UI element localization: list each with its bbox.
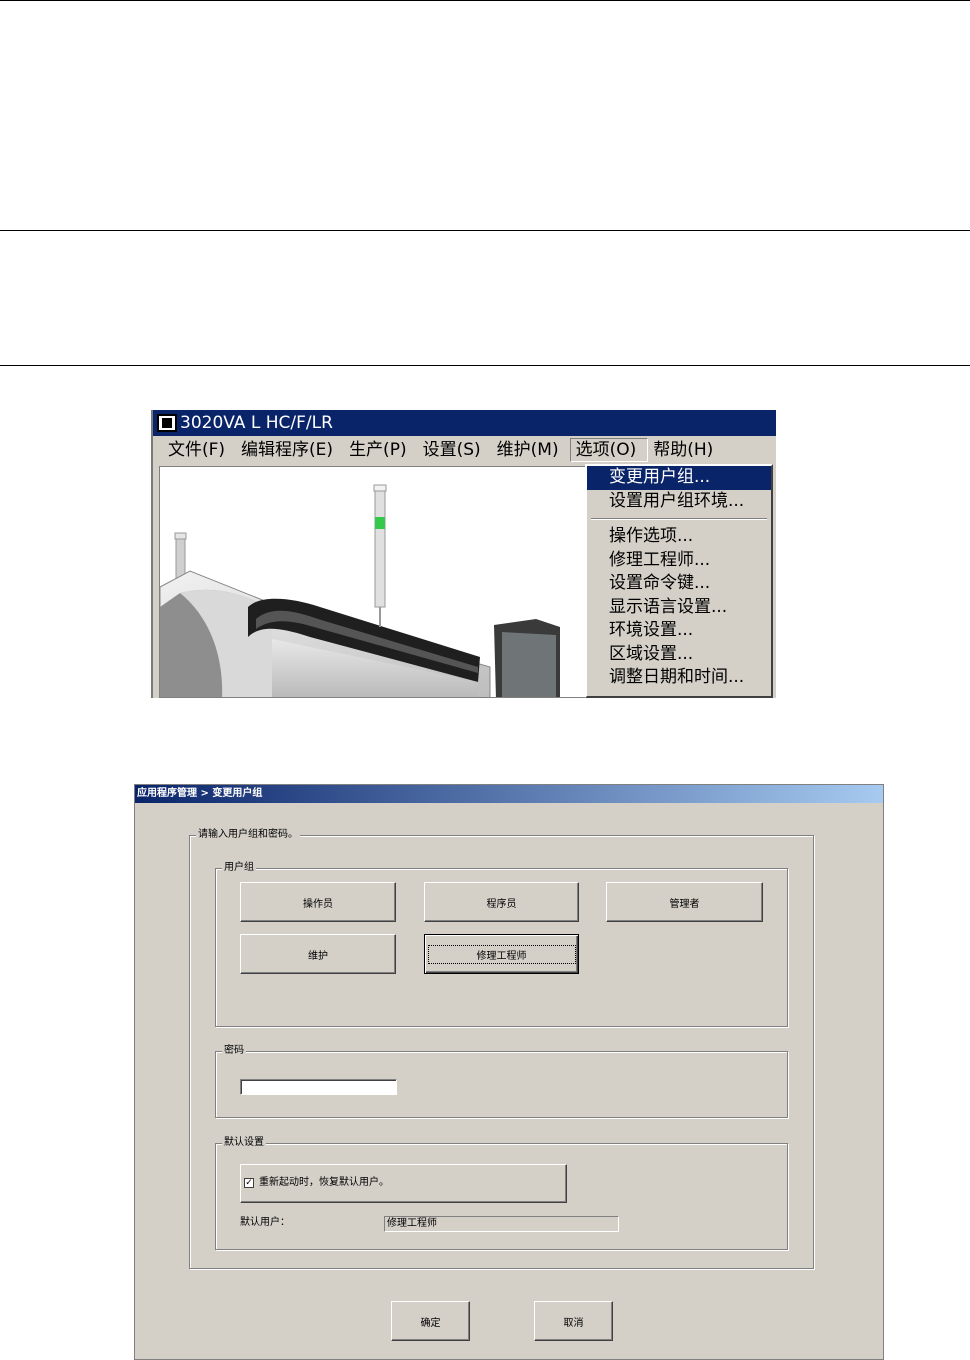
ok-button[interactable]: 确定 <box>391 1301 470 1341</box>
administrator-button[interactable]: 管理者 <box>606 882 763 922</box>
signal-light-green <box>375 517 385 529</box>
restore-default-checkbox-label: 重新起动时，恢复默认用户。 <box>259 1177 389 1188</box>
programmer-button-label: 程序员 <box>486 898 517 910</box>
service-engineer-button-label: 修理工程师 <box>427 944 576 964</box>
maintenance-button-label: 维护 <box>308 950 328 962</box>
app-window-icon <box>157 414 177 432</box>
menu-item-environment[interactable]: 环境设置... <box>587 619 771 643</box>
programmer-button[interactable]: 程序员 <box>424 882 579 922</box>
menu-options[interactable]: 选项(O) <box>569 438 649 462</box>
menu-edit-program[interactable]: 编辑程序(E) <box>236 436 344 464</box>
menu-maintenance[interactable]: 维护(M) <box>492 436 570 464</box>
menu-item-service-engineer[interactable]: 修理工程师... <box>587 549 771 573</box>
operator-button-label: 操作员 <box>303 898 333 910</box>
default-settings-label: 默认设置 <box>222 1137 266 1149</box>
app-menubar: 文件(F) 编辑程序(E) 生产(P) 设置(S) 维护(M) 选项(O) 帮助… <box>153 436 776 464</box>
password-label: 密码 <box>222 1045 246 1057</box>
change-user-group-dialog: 应用程序管理 > 变更用户组 请输入用户组和密码。 用户组 操作员 程序员 管理… <box>134 784 884 1360</box>
menu-production[interactable]: 生产(P) <box>344 436 418 464</box>
menu-item-display-language[interactable]: 显示语言设置... <box>587 596 771 620</box>
ok-button-label: 确定 <box>420 1317 441 1329</box>
default-user-label: 默认用户： <box>240 1217 290 1228</box>
menu-item-date-time[interactable]: 调整日期和时间... <box>587 666 771 690</box>
page-rule-lower <box>0 365 970 366</box>
service-engineer-button[interactable]: 修理工程师 <box>424 934 579 974</box>
menu-file[interactable]: 文件(F) <box>163 436 236 464</box>
menu-item-region[interactable]: 区域设置... <box>587 643 771 667</box>
machine-illustration <box>160 484 560 697</box>
cancel-button[interactable]: 取消 <box>534 1301 613 1341</box>
dialog-title[interactable]: 应用程序管理 > 变更用户组 <box>135 785 883 803</box>
maintenance-button[interactable]: 维护 <box>240 934 396 974</box>
restore-default-checkbox[interactable]: ✓ <box>244 1178 254 1188</box>
page-rule-top <box>0 0 970 1</box>
prompt-group-label: 请输入用户组和密码。 <box>196 829 300 841</box>
administrator-button-label: 管理者 <box>669 898 700 910</box>
password-input[interactable] <box>240 1079 397 1095</box>
machine-3d-view <box>159 466 589 698</box>
menu-item-user-group-env[interactable]: 设置用户组环境... <box>587 490 771 514</box>
options-dropdown-menu: 变更用户组... 设置用户组环境... 操作选项... 修理工程师... 设置命… <box>585 464 773 698</box>
app-title: 3020VA L HC/F/LR <box>180 413 333 433</box>
application-window: 3020VA L HC/F/LR 文件(F) 编辑程序(E) 生产(P) 设置(… <box>151 410 776 698</box>
operator-button[interactable]: 操作员 <box>240 882 396 922</box>
menu-settings[interactable]: 设置(S) <box>418 436 492 464</box>
menu-separator <box>587 513 771 525</box>
menu-item-change-user-group[interactable]: 变更用户组... <box>587 466 771 490</box>
restore-default-checkbox-frame[interactable]: ✓ 重新起动时，恢复默认用户。 <box>240 1164 567 1203</box>
page-rule-middle <box>0 230 970 231</box>
menu-item-operation-options[interactable]: 操作选项... <box>587 525 771 549</box>
default-user-field: 修理工程师 <box>384 1216 619 1232</box>
menu-item-command-keys[interactable]: 设置命令键... <box>587 572 771 596</box>
app-title-bar[interactable]: 3020VA L HC/F/LR <box>153 410 776 436</box>
user-group-label: 用户组 <box>222 862 256 874</box>
menu-help[interactable]: 帮助(H) <box>648 436 724 464</box>
cancel-button-label: 取消 <box>563 1317 584 1329</box>
